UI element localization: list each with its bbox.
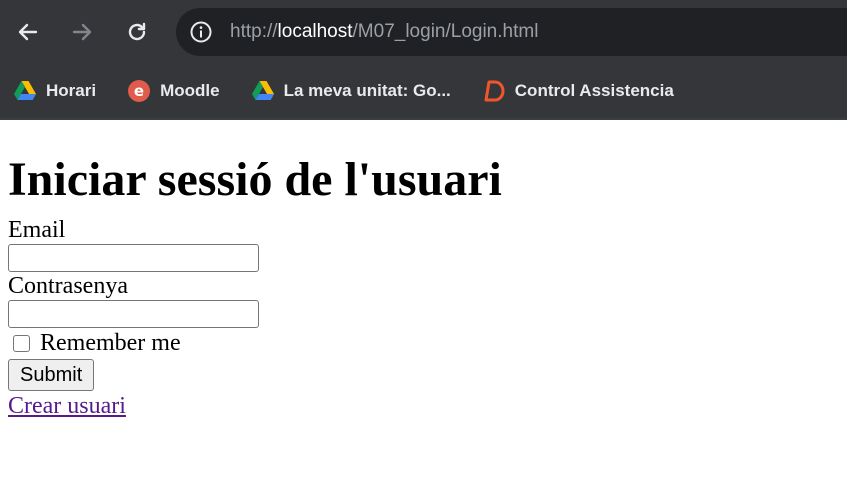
info-icon[interactable] <box>188 19 214 45</box>
password-field[interactable] <box>8 300 259 328</box>
login-form: Email Contrasenya Remember me Submit <box>8 216 839 391</box>
bookmark-label: Moodle <box>160 81 220 100</box>
bookmark-drive[interactable]: La meva unitat: Go... <box>251 80 451 102</box>
url-path: /M07_login/Login.html <box>352 21 539 42</box>
password-label: Contrasenya <box>8 273 128 299</box>
d-logo-icon <box>483 80 505 102</box>
browser-toolbar: http://localhost/M07_login/Login.html <box>0 0 847 64</box>
submit-button[interactable]: Submit <box>8 359 95 391</box>
address-bar[interactable]: http://localhost/M07_login/Login.html <box>176 8 847 56</box>
remember-me-label[interactable]: Remember me <box>40 330 181 357</box>
reload-button[interactable] <box>119 14 155 50</box>
arrow-left-icon <box>18 23 38 41</box>
email-label: Email <box>8 217 66 243</box>
google-drive-icon <box>14 80 36 102</box>
svg-text:e: e <box>134 82 144 100</box>
forward-button[interactable] <box>64 14 100 50</box>
arrow-right-icon <box>72 23 92 41</box>
bookmark-control-assistencia[interactable]: Control Assistencia <box>483 80 674 102</box>
browser-chrome: http://localhost/M07_login/Login.html Ho… <box>0 0 847 120</box>
create-user-link[interactable]: Crear usuari <box>8 392 126 420</box>
page-content: Iniciar sessió de l'usuari Email Contras… <box>0 150 847 420</box>
bookmark-moodle[interactable]: e Moodle <box>128 80 220 102</box>
moodle-icon: e <box>128 80 151 102</box>
bookmark-horari[interactable]: Horari <box>14 80 96 102</box>
url-text[interactable]: http://localhost/M07_login/Login.html <box>230 21 538 43</box>
google-drive-icon <box>251 80 274 102</box>
remember-me-checkbox[interactable] <box>13 334 30 352</box>
email-field[interactable] <box>8 244 259 272</box>
url-scheme: http:// <box>230 21 278 42</box>
back-button[interactable] <box>10 14 46 50</box>
remember-me-row: Remember me <box>8 328 839 358</box>
bookmark-label: Control Assistencia <box>514 81 674 100</box>
bookmark-label: La meva unitat: Go... <box>283 81 451 100</box>
page-title: Iniciar sessió de l'usuari <box>8 153 502 206</box>
bookmarks-bar: Horari e Moodle La meva unitat: Go... Co… <box>0 64 847 120</box>
reload-icon <box>128 22 146 41</box>
bookmark-label: Horari <box>46 81 97 100</box>
url-host: localhost <box>277 21 353 42</box>
